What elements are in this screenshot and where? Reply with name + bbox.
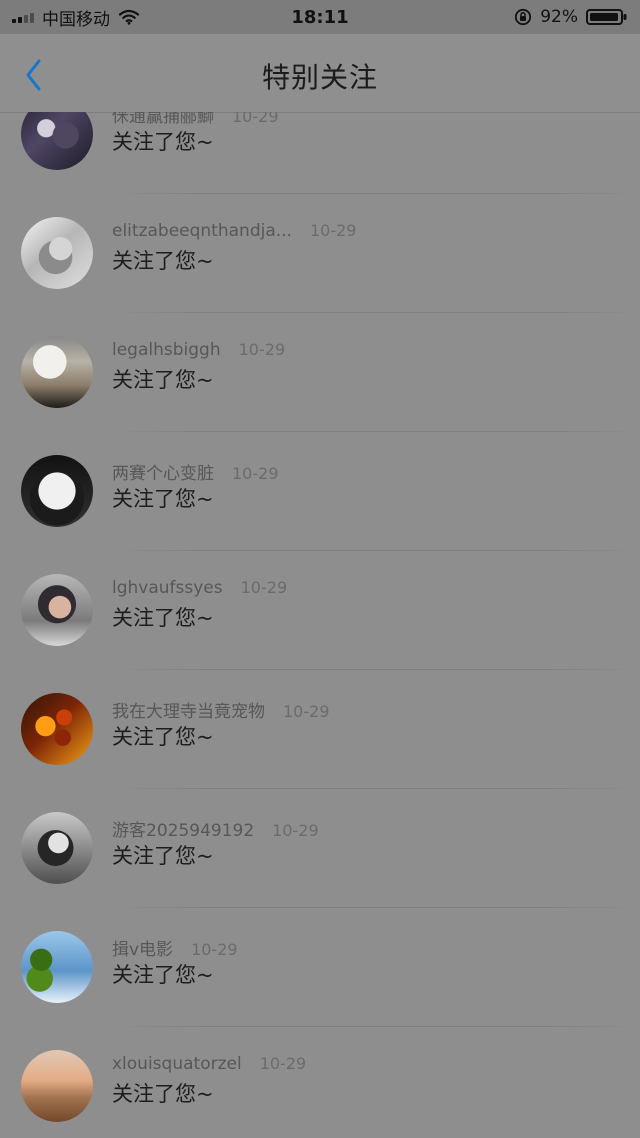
message: 关注了您~ xyxy=(112,487,214,511)
timestamp: 10-29 xyxy=(238,340,286,359)
message: 关注了您~ xyxy=(112,1082,214,1106)
list-item[interactable]: 揖v电影 10-29 关注了您~ xyxy=(0,908,640,1027)
username: 我在大理寺当竟宠物 xyxy=(112,702,265,722)
signal-icon xyxy=(12,11,34,23)
meta-line: lghvaufssyes 10-29 xyxy=(112,578,287,598)
rotation-lock-icon xyxy=(514,8,532,26)
avatar xyxy=(21,455,93,527)
avatar xyxy=(21,812,93,884)
page-title: 特别关注 xyxy=(261,61,378,94)
username: 侎逋贏捅郦鰤 xyxy=(112,112,214,127)
username: xlouisquatorzel xyxy=(112,1054,242,1074)
username: 两賽个心变脏 xyxy=(112,464,214,484)
message: 关注了您~ xyxy=(112,844,214,868)
carrier-label: 中国移动 xyxy=(42,9,110,30)
username: lghvaufssyes xyxy=(112,578,223,598)
wifi-icon xyxy=(118,9,140,25)
timestamp: 10-29 xyxy=(309,221,357,240)
avatar xyxy=(21,574,93,646)
battery-percent: 92% xyxy=(540,7,578,27)
timestamp: 10-29 xyxy=(240,578,288,597)
signal-bar xyxy=(18,17,22,23)
username: elitzabeeqnthandja... xyxy=(112,221,292,241)
timestamp: 10-29 xyxy=(272,821,319,840)
username: legalhsbiggh xyxy=(112,340,221,360)
status-bar: 中国移动 18:11 92% xyxy=(0,0,640,34)
timestamp: 10-29 xyxy=(232,112,279,126)
message: 关注了您~ xyxy=(112,606,214,630)
timestamp: 10-29 xyxy=(283,702,330,721)
avatar xyxy=(21,217,93,289)
signal-bar xyxy=(12,19,16,23)
list-item[interactable]: 我在大理寺当竟宠物 10-29 关注了您~ xyxy=(0,670,640,789)
battery-icon xyxy=(586,8,628,26)
meta-line: elitzabeeqnthandja... 10-29 xyxy=(112,221,356,241)
meta-line: legalhsbiggh 10-29 xyxy=(112,340,285,360)
timestamp: 10-29 xyxy=(191,940,238,959)
meta-line: 揖v电影 10-29 xyxy=(112,935,238,960)
header-bar: 特别关注 xyxy=(0,34,640,113)
username: 游客2025949192 xyxy=(112,821,255,841)
timestamp: 10-29 xyxy=(232,464,279,483)
avatar xyxy=(21,1050,93,1122)
signal-bar xyxy=(30,13,34,23)
list-item[interactable]: elitzabeeqnthandja... 10-29 关注了您~ xyxy=(0,194,640,313)
notification-feed[interactable]: 侎逋贏捅郦鰤 10-29 关注了您~ elitzabeeqnthandja...… xyxy=(0,112,640,1138)
username: 揖v电影 xyxy=(112,940,174,960)
list-item[interactable]: 游客2025949192 10-29 关注了您~ xyxy=(0,789,640,908)
list-item[interactable]: 两賽个心变脏 10-29 关注了您~ xyxy=(0,432,640,551)
list-item[interactable]: 侎逋贏捅郦鰤 10-29 关注了您~ xyxy=(0,112,640,194)
status-right: 92% xyxy=(514,7,628,27)
timestamp: 10-29 xyxy=(259,1054,307,1073)
list-item[interactable]: legalhsbiggh 10-29 关注了您~ xyxy=(0,313,640,432)
meta-line: 我在大理寺当竟宠物 10-29 xyxy=(112,697,330,722)
message: 关注了您~ xyxy=(112,963,214,987)
message: 关注了您~ xyxy=(112,130,214,154)
message: 关注了您~ xyxy=(112,249,214,273)
list-item[interactable]: lghvaufssyes 10-29 关注了您~ xyxy=(0,551,640,670)
avatar xyxy=(21,931,93,1003)
message: 关注了您~ xyxy=(112,725,214,749)
meta-line: 侎逋贏捅郦鰤 10-29 xyxy=(112,112,279,127)
signal-bar xyxy=(24,15,28,23)
avatar xyxy=(21,693,93,765)
meta-line: 两賽个心变脏 10-29 xyxy=(112,459,279,484)
meta-line: 游客2025949192 10-29 xyxy=(112,816,319,841)
list-item[interactable]: xlouisquatorzel 10-29 关注了您~ xyxy=(0,1027,640,1138)
message: 关注了您~ xyxy=(112,368,214,392)
status-left: 中国移动 xyxy=(12,5,140,30)
meta-line: xlouisquatorzel 10-29 xyxy=(112,1054,306,1074)
avatar xyxy=(21,112,93,170)
avatar xyxy=(21,336,93,408)
feed-list: 侎逋贏捅郦鰤 10-29 关注了您~ elitzabeeqnthandja...… xyxy=(0,112,640,1138)
